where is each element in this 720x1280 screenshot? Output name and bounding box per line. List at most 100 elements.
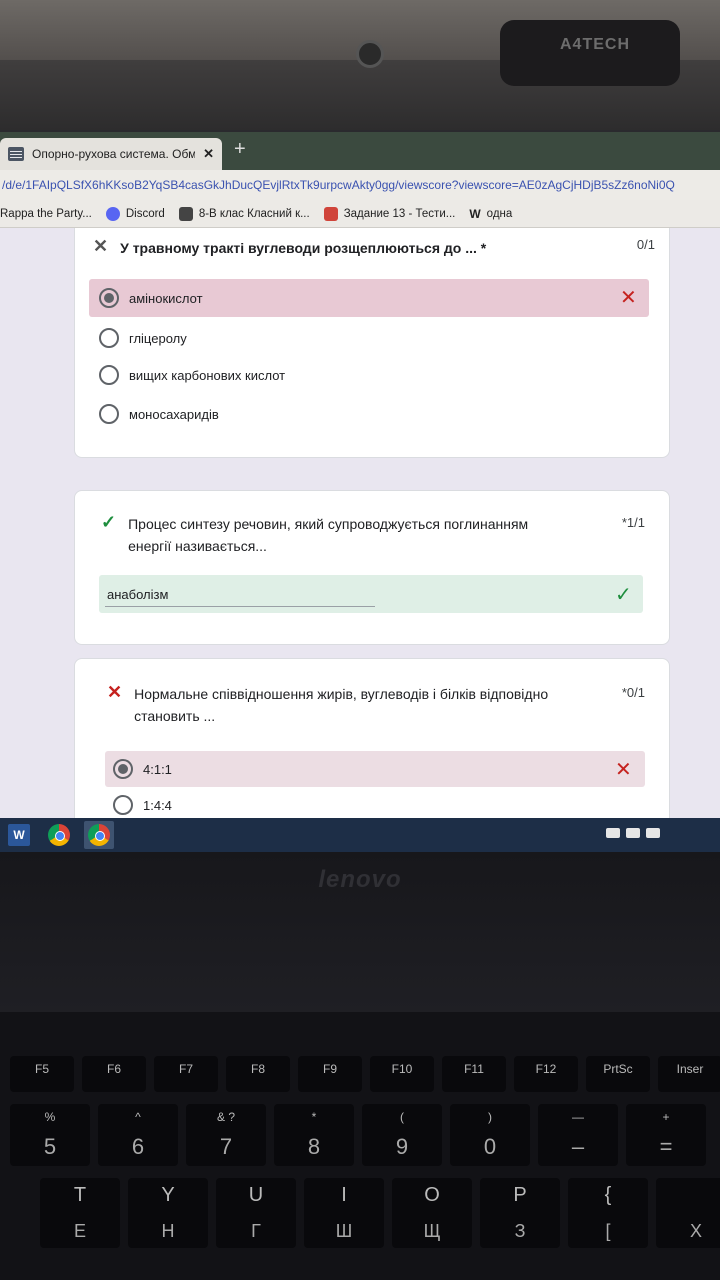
bookmark-label: Задание 13 - Тести... — [343, 207, 456, 220]
radio-button[interactable] — [113, 795, 133, 815]
question-title-line-1: Процес синтезу речовин, який супроводжує… — [128, 516, 529, 532]
key-f12: F12 — [514, 1056, 578, 1092]
correct-answer-icon: ✓ — [615, 584, 632, 606]
key-cyrillic-label: Щ — [423, 1221, 441, 1241]
answer-option[interactable]: амінокислот — [99, 288, 203, 308]
key-letter: YН — [128, 1178, 208, 1248]
answer-option[interactable]: 4:1:1 — [113, 759, 172, 779]
key-shift-label: % — [44, 1110, 56, 1124]
key-label: F7 — [178, 1062, 193, 1076]
browser-tab[interactable]: Опорно-рухова система. Обмін ✕ — [0, 138, 222, 170]
key-letter: TЕ — [40, 1178, 120, 1248]
key-number: ^ 6 — [98, 1104, 178, 1166]
key-prtsc: PrtSc — [586, 1056, 650, 1092]
laptop-brand-logo: lenovo — [318, 866, 402, 893]
key-latin-label: P — [513, 1184, 527, 1206]
google-forms-icon — [8, 147, 24, 161]
bookmark-discord[interactable]: Discord — [105, 206, 165, 221]
key-f10: F10 — [370, 1056, 434, 1092]
question-title-line-1: Нормальне співвідношення жирів, вуглевод… — [134, 686, 549, 702]
answer-field-correct — [99, 575, 643, 613]
key-cyrillic-label: З — [514, 1221, 526, 1241]
radio-button[interactable] — [99, 365, 119, 385]
radio-button[interactable] — [99, 328, 119, 348]
bookmark-odna[interactable]: W одна — [469, 207, 512, 221]
key-shift-label: + — [662, 1110, 670, 1124]
taskbar-chrome[interactable] — [44, 821, 74, 849]
key-letter: Х — [656, 1178, 720, 1248]
new-tab-button[interactable]: + — [234, 138, 246, 161]
key-cyrillic-label: Ш — [335, 1221, 353, 1241]
key-cyrillic-label: Н — [161, 1221, 175, 1241]
option-label: 1:4:4 — [143, 797, 172, 813]
bookmark-label: одна — [486, 207, 513, 220]
key-number: + = — [626, 1104, 706, 1166]
key-letter: {[ — [568, 1178, 648, 1248]
radio-button-checked[interactable] — [113, 759, 133, 779]
key-latin-label: U — [248, 1184, 264, 1206]
key-latin-label: O — [424, 1184, 440, 1206]
answer-underline — [105, 606, 375, 607]
taskbar-chrome-active[interactable] — [84, 821, 114, 849]
key-number: — – — [538, 1104, 618, 1166]
bookmark-zadanie[interactable]: Задание 13 - Тести... — [323, 206, 456, 221]
answer-option[interactable]: 1:4:4 — [113, 795, 172, 815]
radio-button-checked[interactable] — [99, 288, 119, 308]
bookmark-rappa[interactable]: Rappa the Party... — [0, 208, 92, 220]
network-icon[interactable] — [606, 828, 620, 838]
browser-tab-bar: Опорно-рухова система. Обмін ✕ + — [0, 132, 720, 170]
webcam-brand-label: A4TECH — [560, 36, 631, 53]
webcam-lens — [356, 40, 384, 68]
key-label: F12 — [535, 1062, 557, 1076]
tab-close-icon[interactable]: ✕ — [203, 146, 214, 162]
question-card-2: ✓ Процес синтезу речовин, який супроводж… — [74, 490, 670, 645]
key-label: F9 — [322, 1062, 337, 1076]
question-score: *0/1 — [621, 685, 645, 700]
correct-icon: ✓ — [101, 512, 117, 532]
incorrect-icon: ✕ — [93, 236, 109, 256]
question-card-1: ✕ У травному тракті вуглеводи розщеплюют… — [74, 228, 670, 458]
selected-wrong-highlight — [105, 751, 645, 787]
laptop-lower-bezel: lenovo — [0, 852, 720, 1012]
windows-taskbar: W — [0, 818, 720, 852]
bookmark-class[interactable]: 8-В клас Класний к... — [178, 206, 310, 221]
key-f9: F9 — [298, 1056, 362, 1092]
url-text: /d/e/1FAIpQLSfX6hKKsoB2YqSB4casGkJhDucQE… — [2, 178, 675, 192]
key-letter: IШ — [304, 1178, 384, 1248]
key-main-label: 9 — [395, 1134, 409, 1159]
wrong-answer-icon: ✕ — [615, 759, 632, 781]
key-latin-label: I — [341, 1184, 347, 1206]
key-number: ) 0 — [450, 1104, 530, 1166]
question-title: Процес синтезу речовин, який супроводжує… — [128, 513, 528, 557]
question-title-line-2: становить ... — [134, 708, 216, 724]
key-shift-label: * — [311, 1110, 317, 1124]
tab-title: Опорно-рухова система. Обмін — [32, 147, 196, 161]
key-f5: F5 — [10, 1056, 74, 1092]
option-label: амінокислот — [129, 290, 203, 306]
answer-option[interactable]: моносахаридів — [99, 404, 219, 424]
key-latin-label: T — [73, 1184, 87, 1206]
address-bar[interactable]: /d/e/1FAIpQLSfX6hKKsoB2YqSB4casGkJhDucQE… — [0, 170, 720, 200]
answer-option[interactable]: гліцеролу — [99, 328, 187, 348]
key-letter: PЗ — [480, 1178, 560, 1248]
answer-option[interactable]: вищих карбонових кислот — [99, 365, 285, 385]
option-label: 4:1:1 — [143, 761, 172, 777]
question-card-3: ✕ Нормальне співвідношення жирів, вуглев… — [74, 658, 670, 818]
key-f11: F11 — [442, 1056, 506, 1092]
key-shift-label: ^ — [135, 1110, 141, 1124]
question-title: У травному тракті вуглеводи розщеплюютьс… — [120, 240, 487, 256]
key-number: & ? 7 — [186, 1104, 266, 1166]
battery-icon[interactable] — [626, 828, 640, 838]
radio-button[interactable] — [99, 404, 119, 424]
chrome-profile-icon — [88, 824, 110, 846]
question-title: Нормальне співвідношення жирів, вуглевод… — [134, 683, 548, 727]
form-score-page: ✕ У травному тракті вуглеводи розщеплюют… — [0, 228, 720, 818]
key-label: F5 — [34, 1062, 49, 1076]
w-icon: W — [469, 206, 481, 221]
taskbar-word[interactable]: W — [4, 821, 34, 849]
key-cyrillic-label: Х — [689, 1221, 702, 1241]
key-letter: UГ — [216, 1178, 296, 1248]
key-main-label: 6 — [131, 1134, 145, 1159]
volume-icon[interactable] — [646, 828, 660, 838]
key-number: % 5 — [10, 1104, 90, 1166]
